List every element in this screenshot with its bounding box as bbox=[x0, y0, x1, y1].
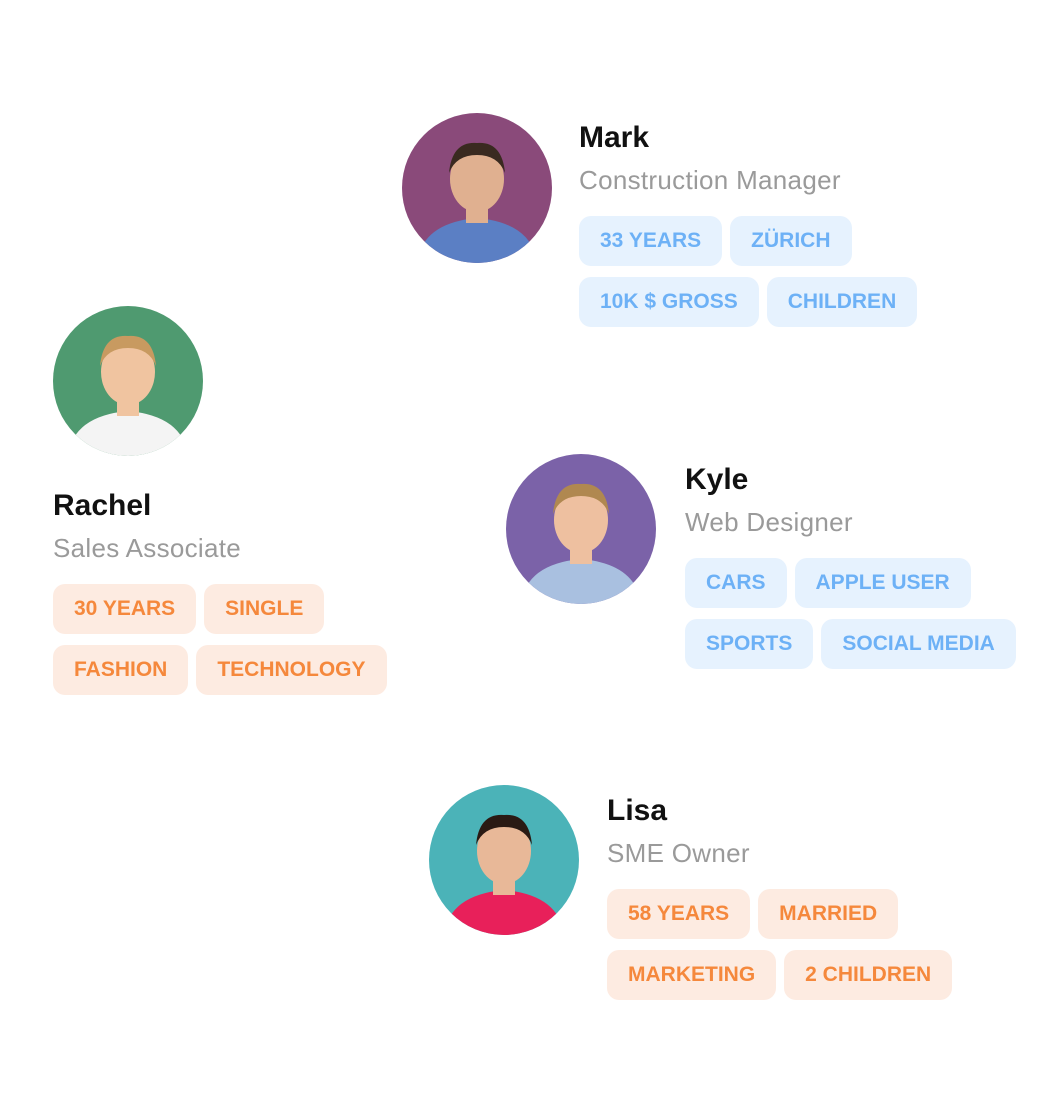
tag: FASHION bbox=[53, 645, 189, 695]
tag-row: MARKETING 2 CHILDREN bbox=[607, 950, 953, 1000]
avatar bbox=[402, 113, 552, 263]
tag-row: SPORTS SOCIAL MEDIA bbox=[685, 619, 1016, 669]
persona-name: Kyle bbox=[685, 463, 749, 496]
tag: 58 YEARS bbox=[607, 889, 751, 939]
tag-list: 30 YEARS SINGLE FASHION TECHNOLOGY bbox=[53, 584, 387, 695]
tag: CHILDREN bbox=[766, 277, 918, 327]
persona-title: Construction Manager bbox=[579, 165, 841, 195]
avatar-photo-icon bbox=[402, 113, 552, 263]
persona-info: Lisa SME Owner 58 YEARS MARRIED MARKETING 2 … bbox=[607, 793, 953, 1011]
tag: TECHNOLOGY bbox=[196, 645, 387, 695]
tag-row: 58 YEARS MARRIED bbox=[607, 889, 952, 939]
persona-name: Mark bbox=[579, 121, 650, 154]
tag: CARS bbox=[685, 558, 787, 608]
persona-info: Kyle Web Designer CARS APPLE USER SPORTS SOC… bbox=[685, 462, 1016, 680]
persona-name: Lisa bbox=[607, 794, 668, 827]
tag-row: 33 YEARS ZÜRICH bbox=[579, 216, 917, 266]
tag: SOCIAL MEDIA bbox=[821, 619, 1016, 669]
avatar bbox=[506, 454, 656, 604]
tag: APPLE USER bbox=[794, 558, 971, 608]
persona-title: Sales Associate bbox=[53, 533, 242, 563]
persona-title: SME Owner bbox=[607, 838, 750, 868]
tag-row: 10K $ GROSS CHILDREN bbox=[579, 277, 918, 327]
tag: 33 YEARS bbox=[579, 216, 723, 266]
tag: 10K $ GROSS bbox=[579, 277, 759, 327]
tag: ZÜRICH bbox=[730, 216, 852, 266]
persona-name: Rachel bbox=[53, 489, 152, 522]
persona-title: Web Designer bbox=[685, 507, 853, 537]
avatar bbox=[53, 306, 203, 456]
avatar-photo-icon bbox=[506, 454, 656, 604]
tag-row: FASHION TECHNOLOGY bbox=[53, 645, 387, 695]
tag: SPORTS bbox=[685, 619, 814, 669]
tag-list: CARS APPLE USER SPORTS SOCIAL MEDIA bbox=[685, 558, 1016, 669]
tag: 2 CHILDREN bbox=[784, 950, 953, 1000]
tag: SINGLE bbox=[204, 584, 325, 634]
tag-list: 33 YEARS ZÜRICH 10K $ GROSS CHILDREN bbox=[579, 216, 918, 327]
avatar-photo-icon bbox=[53, 306, 203, 456]
persona-info: Rachel Sales Associate 30 YEARS SINGLE FASH… bbox=[53, 488, 387, 706]
tag-list: 58 YEARS MARRIED MARKETING 2 CHILDREN bbox=[607, 889, 953, 1000]
avatar bbox=[429, 785, 579, 935]
tag: MARRIED bbox=[758, 889, 899, 939]
tag-row: CARS APPLE USER bbox=[685, 558, 1016, 608]
tag-row: 30 YEARS SINGLE bbox=[53, 584, 387, 634]
persona-info: Mark Construction Manager 33 YEARS ZÜRICH 1… bbox=[579, 120, 918, 338]
tag: MARKETING bbox=[607, 950, 777, 1000]
tag: 30 YEARS bbox=[53, 584, 197, 634]
avatar-photo-icon bbox=[429, 785, 579, 935]
